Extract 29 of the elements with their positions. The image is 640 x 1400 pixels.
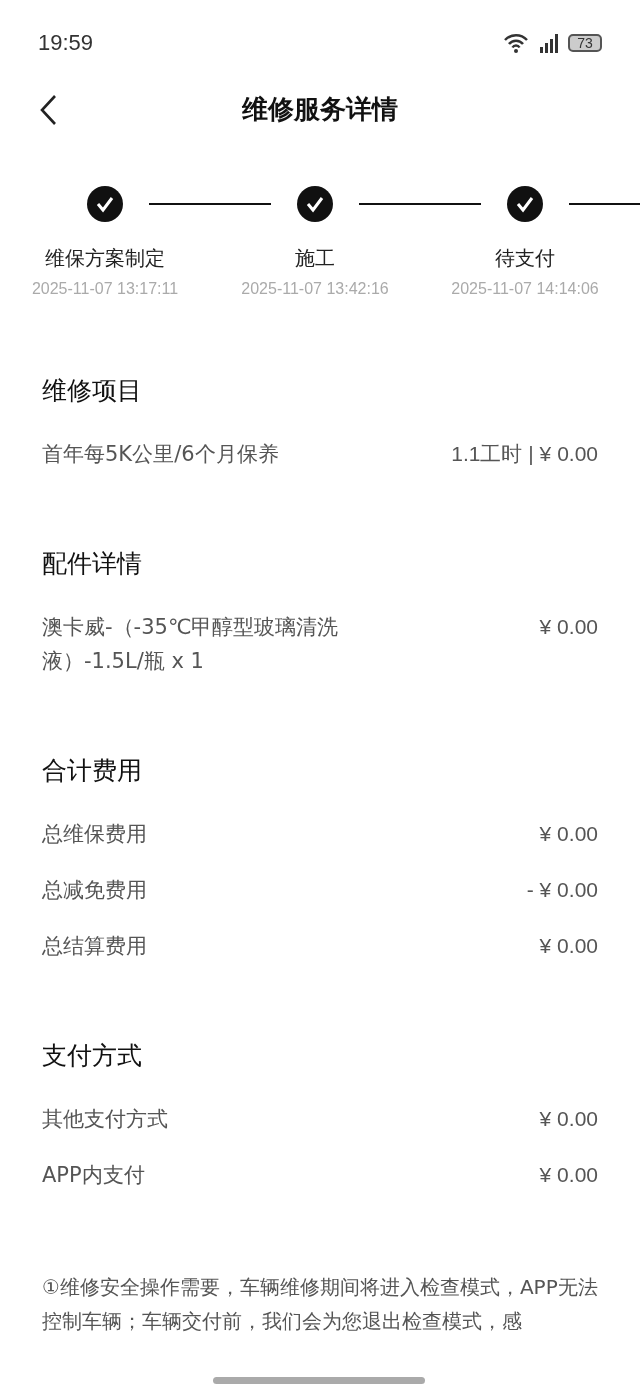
item-name: APP内支付 [42,1162,145,1189]
item-name: 首年每5K公里/6个月保养 [42,441,279,468]
section-title: 支付方式 [42,1040,143,1072]
item-amount: ¥ 0.00 [539,821,598,847]
item-name: 总维保费用 [42,821,147,848]
item-amount: ¥ 0.00 [539,933,598,959]
item-amount: 1.1工时 | ¥ 0.00 [451,441,598,467]
step-label: 维保方案制定 [45,245,165,272]
wifi-icon [502,32,530,54]
item-amount: ¥ 0.00 [539,1106,598,1132]
battery-indicator: 73 [568,34,602,52]
item-name: 总结算费用 [42,933,147,960]
notice-text: ①维修安全操作需要，车辆维修期间将进入检查模式，APP无法控制车辆；车辆交付前，我们会为您退出检查模式，感 [42,1274,599,1335]
section-title: 维修项目 [42,375,143,407]
item-name: 总减免费用 [42,877,147,904]
step-time: 2025-11-07 14:14:06 [451,280,599,298]
section-title: 合计费用 [42,755,143,787]
page-title: 维修服务详情 [242,92,398,126]
status-time: 19:59 [38,30,94,56]
step-label: 待支付 [495,245,555,272]
item-amount: ¥ 0.00 [539,1162,598,1188]
section-title: 配件详情 [42,548,143,580]
item-name: 澳卡威-（-35℃甲醇型玻璃清洗液）-1.5L/瓶 x 1 [42,614,340,675]
item-amount: - ¥ 0.00 [526,877,598,903]
step-time: 2025-11-07 13:42:16 [241,280,389,298]
step-label: 施工 [295,245,335,272]
step-time: 2025-11-07 13:17:11 [31,280,179,298]
item-amount: ¥ 0.00 [539,614,598,640]
item-name: 其他支付方式 [42,1106,168,1133]
